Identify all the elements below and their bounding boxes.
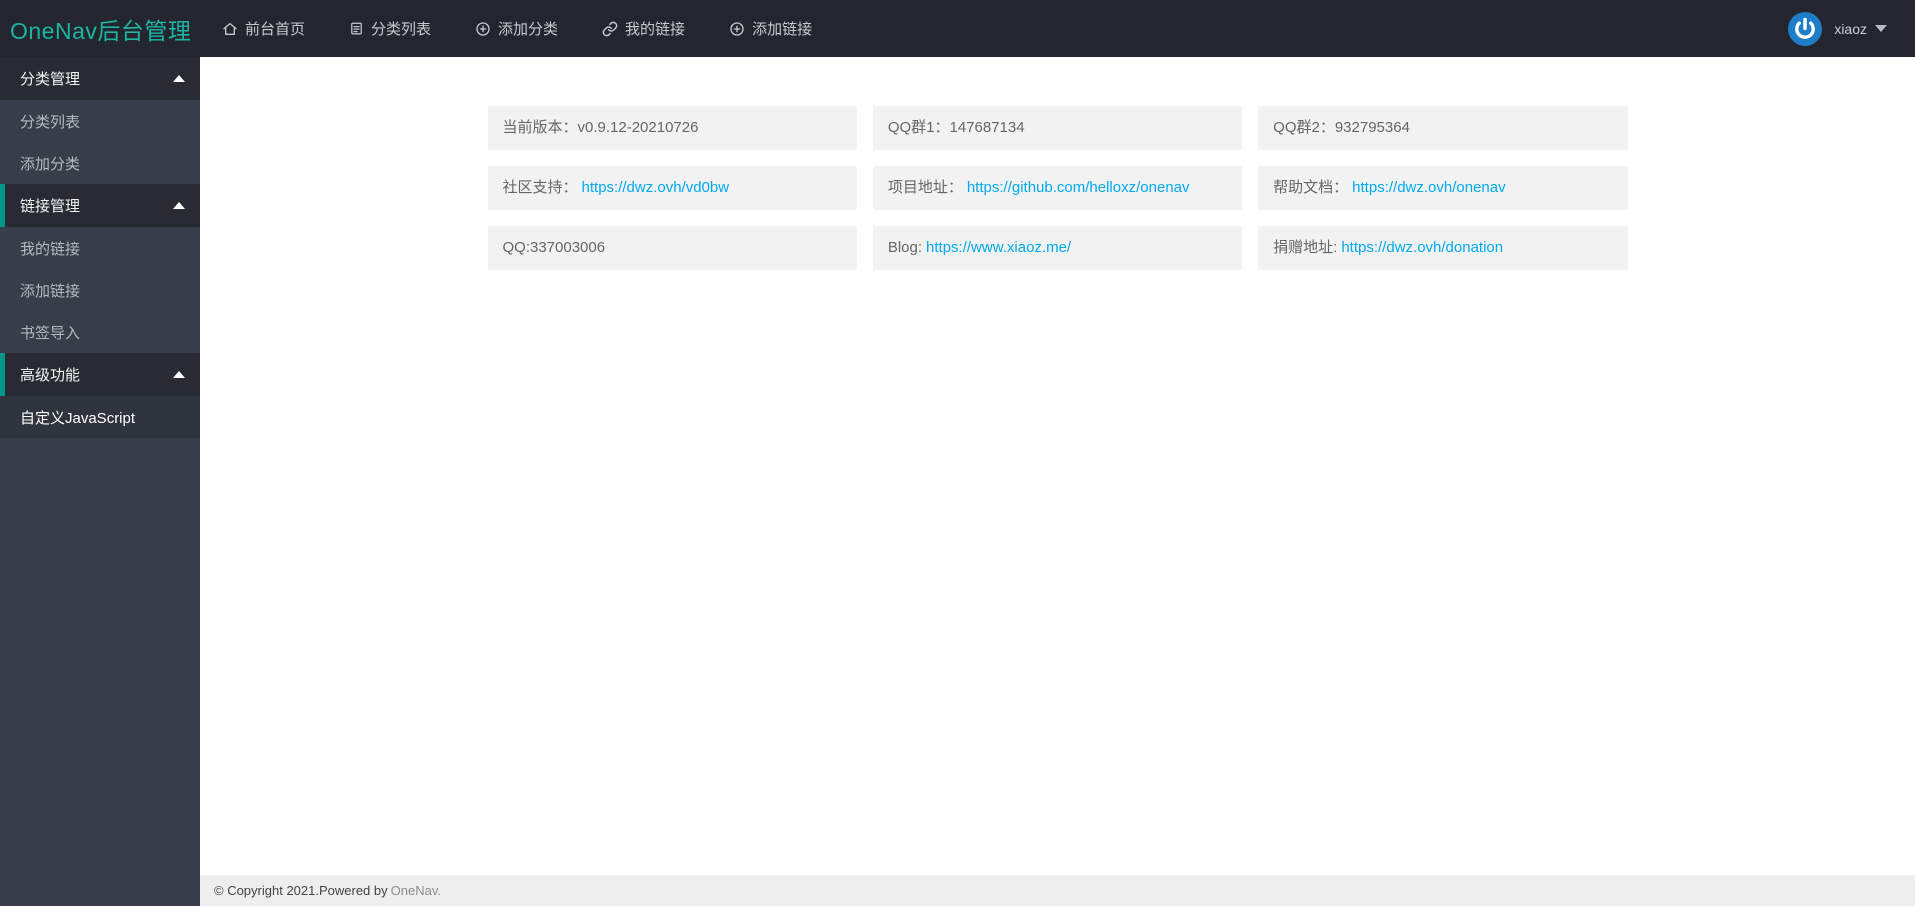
- sidebar-group-label: 高级功能: [20, 367, 81, 384]
- card-label: QQ群2：932795364: [1273, 119, 1410, 136]
- topnav-label: 添加链接: [752, 21, 813, 38]
- sidebar-item-custom-javascript[interactable]: 自定义JavaScript: [0, 396, 200, 438]
- sidebar-item-label: 分类列表: [20, 113, 81, 131]
- community-link[interactable]: https://dwz.ovh/vd0bw: [582, 179, 730, 196]
- sidebar-item-category-list[interactable]: 分类列表: [0, 100, 200, 142]
- sidebar-group-advanced[interactable]: 高级功能: [0, 353, 200, 396]
- info-card-qq: QQ:337003006: [487, 226, 857, 270]
- topnav-item-add-category[interactable]: 添加分类: [453, 0, 580, 57]
- card-label: 当前版本：v0.9.12-20210726: [502, 119, 699, 136]
- chevron-up-icon: [173, 75, 185, 82]
- info-card-qq-group2: QQ群2：932795364: [1258, 106, 1628, 150]
- top-nav: 前台首页 分类列表 添加分类 我的链接 添加链接: [200, 0, 834, 57]
- onenav-footer-link[interactable]: OneNav.: [391, 883, 441, 898]
- chevron-down-icon: [1875, 25, 1887, 32]
- card-label: Blog:: [887, 239, 923, 256]
- sidebar-group-link-mgmt[interactable]: 链接管理: [0, 184, 200, 227]
- sidebar-group-category-mgmt[interactable]: 分类管理: [0, 57, 200, 100]
- main-area: 当前版本：v0.9.12-20210726 QQ群1：147687134 QQ群…: [200, 57, 1915, 906]
- link-icon: [602, 21, 618, 37]
- sidebar-item-label: 书签导入: [20, 324, 81, 342]
- info-card-donation: 捐赠地址: https://dwz.ovh/donation: [1258, 226, 1628, 270]
- sidebar-item-label: 添加分类: [20, 155, 81, 173]
- add-circle-icon: [475, 21, 491, 37]
- card-label: QQ群1：147687134: [887, 119, 1025, 136]
- doc-list-icon: [349, 21, 364, 36]
- topnav-item-my-links[interactable]: 我的链接: [580, 0, 707, 57]
- info-card-help-doc: 帮助文档： https://dwz.ovh/onenav: [1258, 166, 1628, 210]
- topnav-label: 添加分类: [498, 21, 559, 38]
- info-card-community: 社区支持： https://dwz.ovh/vd0bw: [487, 166, 857, 210]
- username-label: xiaoz: [1834, 20, 1867, 37]
- card-label: 社区支持：: [502, 179, 578, 196]
- topnav-item-add-link[interactable]: 添加链接: [707, 0, 834, 57]
- card-label: QQ:337003006: [502, 239, 606, 256]
- info-card-version: 当前版本：v0.9.12-20210726: [487, 106, 857, 150]
- info-card-project: 项目地址： https://github.com/helloxz/onenav: [872, 166, 1243, 210]
- card-label: 捐赠地址:: [1273, 239, 1338, 256]
- blog-link[interactable]: https://www.xiaoz.me/: [926, 239, 1071, 256]
- topnav-label: 我的链接: [625, 21, 686, 38]
- sidebar-item-add-category[interactable]: 添加分类: [0, 142, 200, 184]
- home-icon: [222, 21, 238, 37]
- info-card-blog: Blog: https://www.xiaoz.me/: [872, 226, 1243, 270]
- topnav-item-frontend-home[interactable]: 前台首页: [200, 0, 327, 57]
- topnav-label: 前台首页: [245, 21, 306, 38]
- header-user-area: xiaoz: [1788, 11, 1915, 46]
- copyright-text: © Copyright 2021.Powered by: [214, 883, 388, 898]
- card-label: 项目地址：: [887, 179, 963, 196]
- topnav-label: 分类列表: [371, 21, 432, 38]
- sidebar-item-add-link[interactable]: 添加链接: [0, 269, 200, 311]
- sidebar-item-bookmark-import[interactable]: 书签导入: [0, 311, 200, 353]
- sidebar-item-label: 我的链接: [20, 240, 81, 258]
- add-circle-icon: [729, 21, 745, 37]
- sidebar-group-label: 分类管理: [20, 71, 81, 88]
- donation-link[interactable]: https://dwz.ovh/donation: [1341, 239, 1503, 256]
- sidebar-item-my-links[interactable]: 我的链接: [0, 227, 200, 269]
- chevron-up-icon: [173, 202, 185, 209]
- footer: © Copyright 2021.Powered by OneNav.: [200, 875, 1915, 906]
- card-label: 帮助文档：: [1273, 179, 1349, 196]
- sidebar: 分类管理 分类列表 添加分类 链接管理 我的链接 添加链接 书签导入 高级功能 …: [0, 57, 200, 906]
- power-avatar-icon[interactable]: [1788, 11, 1823, 46]
- sidebar-item-label: 自定义JavaScript: [20, 409, 136, 427]
- user-menu[interactable]: xiaoz: [1834, 21, 1887, 37]
- chevron-up-icon: [173, 371, 185, 378]
- top-header: OneNav后台管理 前台首页 分类列表 添加分类 我的链接 添加链接 xiao…: [0, 0, 1915, 57]
- project-link[interactable]: https://github.com/helloxz/onenav: [967, 179, 1190, 196]
- topnav-item-category-list[interactable]: 分类列表: [327, 0, 453, 57]
- app-logo[interactable]: OneNav后台管理: [0, 12, 200, 46]
- main-content: 当前版本：v0.9.12-20210726 QQ群1：147687134 QQ群…: [200, 57, 1915, 875]
- sidebar-group-label: 链接管理: [20, 198, 81, 215]
- help-doc-link[interactable]: https://dwz.ovh/onenav: [1352, 179, 1505, 196]
- info-card-grid: 当前版本：v0.9.12-20210726 QQ群1：147687134 QQ群…: [487, 106, 1628, 270]
- info-card-qq-group1: QQ群1：147687134: [872, 106, 1243, 150]
- sidebar-item-label: 添加链接: [20, 282, 81, 300]
